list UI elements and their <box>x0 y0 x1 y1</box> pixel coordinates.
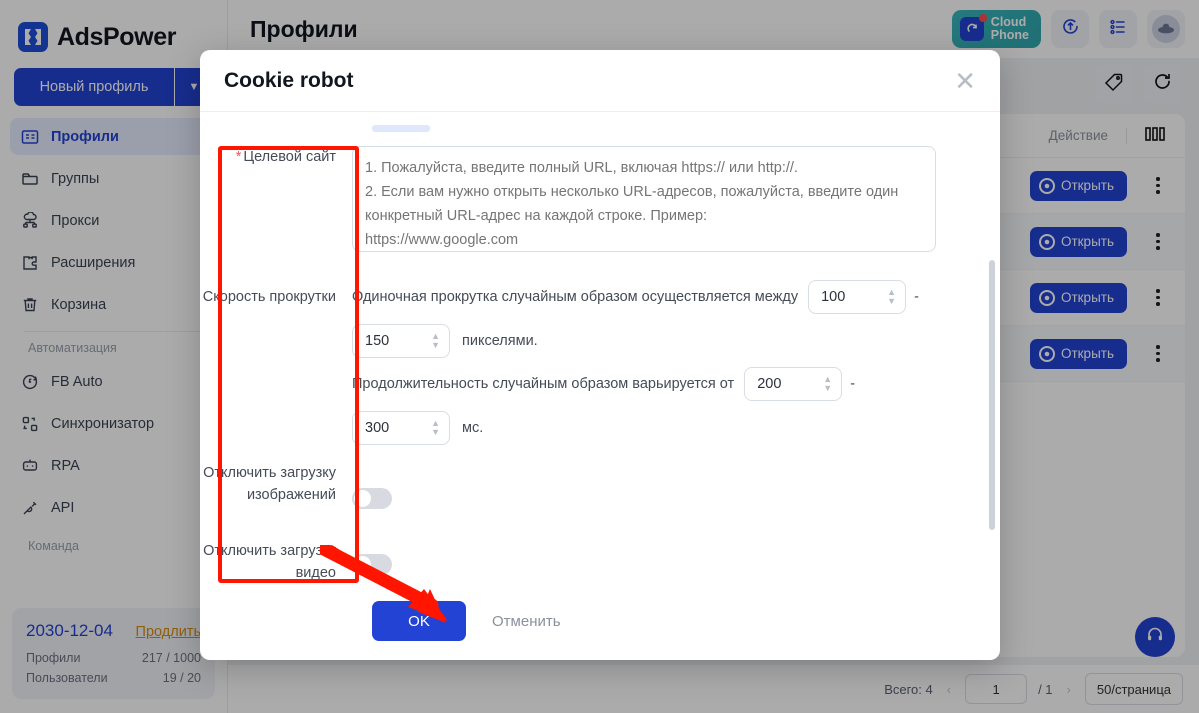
duration-label <box>200 367 352 445</box>
field-duration: Продолжительность случайным образом варь… <box>200 367 1000 445</box>
stepper-icon[interactable]: ▲ ▼ <box>887 288 896 306</box>
stepper-icon[interactable]: ▲ ▼ <box>431 332 440 350</box>
duration-min-value: 200 <box>757 376 782 392</box>
disable-video-label: Отключить загрузку видео <box>203 543 336 581</box>
scroll-speed-label: Скорость прокрутки <box>202 289 336 305</box>
close-icon[interactable]: ✕ <box>954 68 976 94</box>
app-root: AdsPower Новый профиль ▼ Профили Группы … <box>0 0 1199 713</box>
disable-video-toggle[interactable] <box>352 554 392 575</box>
dialog-title: Cookie robot <box>224 68 354 92</box>
scroll-speed-separator: - <box>914 289 919 305</box>
target-site-label: * Целевой сайт <box>200 146 352 257</box>
scroll-speed-text-after: пикселями. <box>462 333 538 349</box>
scroll-speed-text-before: Одиночная прокрутка случайным образом ос… <box>352 289 799 305</box>
duration-min-input[interactable]: 200 ▲ ▼ <box>744 367 843 401</box>
duration-max-value: 300 <box>365 420 390 436</box>
cancel-button[interactable]: Отменить <box>492 613 561 630</box>
scroll-speed-min-value: 100 <box>821 289 846 305</box>
field-disable-video: Отключить загрузку видео <box>200 540 1000 582</box>
scroll-speed-max-value: 150 <box>365 333 390 349</box>
duration-max-input[interactable]: 300 ▲ ▼ <box>352 411 450 445</box>
field-disable-images: Отключить загрузку изображений <box>200 462 1000 509</box>
duration-separator: - <box>850 376 856 392</box>
field-scroll-speed: Скорость прокрутки Одиночная прокрутка с… <box>200 280 1000 358</box>
disable-images-label: Отключить загрузку изображений <box>203 465 336 503</box>
dialog-body: *Целевой сайт Скорость прокрутки Одиночн… <box>200 112 1000 582</box>
disable-images-toggle[interactable] <box>352 488 392 509</box>
dialog-header: Cookie robot ✕ <box>200 50 1000 112</box>
dialog-footer: OK Отменить <box>200 582 1000 660</box>
target-site-label-text: Целевой сайт <box>243 149 336 165</box>
ok-button[interactable]: OK <box>372 601 466 641</box>
field-target-site: * Целевой сайт <box>200 146 1000 257</box>
duration-text-before: Продолжительность случайным образом варь… <box>352 376 735 392</box>
target-site-input[interactable] <box>352 146 936 252</box>
duration-text-after: мс. <box>462 420 484 436</box>
dialog-scrollbar[interactable] <box>989 260 995 530</box>
scroll-speed-max-input[interactable]: 150 ▲ ▼ <box>352 324 450 358</box>
required-asterisk: * <box>235 149 242 165</box>
stepper-icon[interactable]: ▲ ▼ <box>823 375 832 393</box>
scroll-speed-min-input[interactable]: 100 ▲ ▼ <box>808 280 907 314</box>
scrolled-partial-element <box>372 125 430 132</box>
cookie-robot-dialog: Cookie robot ✕ *Целевой сайт Скорость пр… <box>200 50 1000 660</box>
stepper-icon[interactable]: ▲ ▼ <box>431 419 440 437</box>
